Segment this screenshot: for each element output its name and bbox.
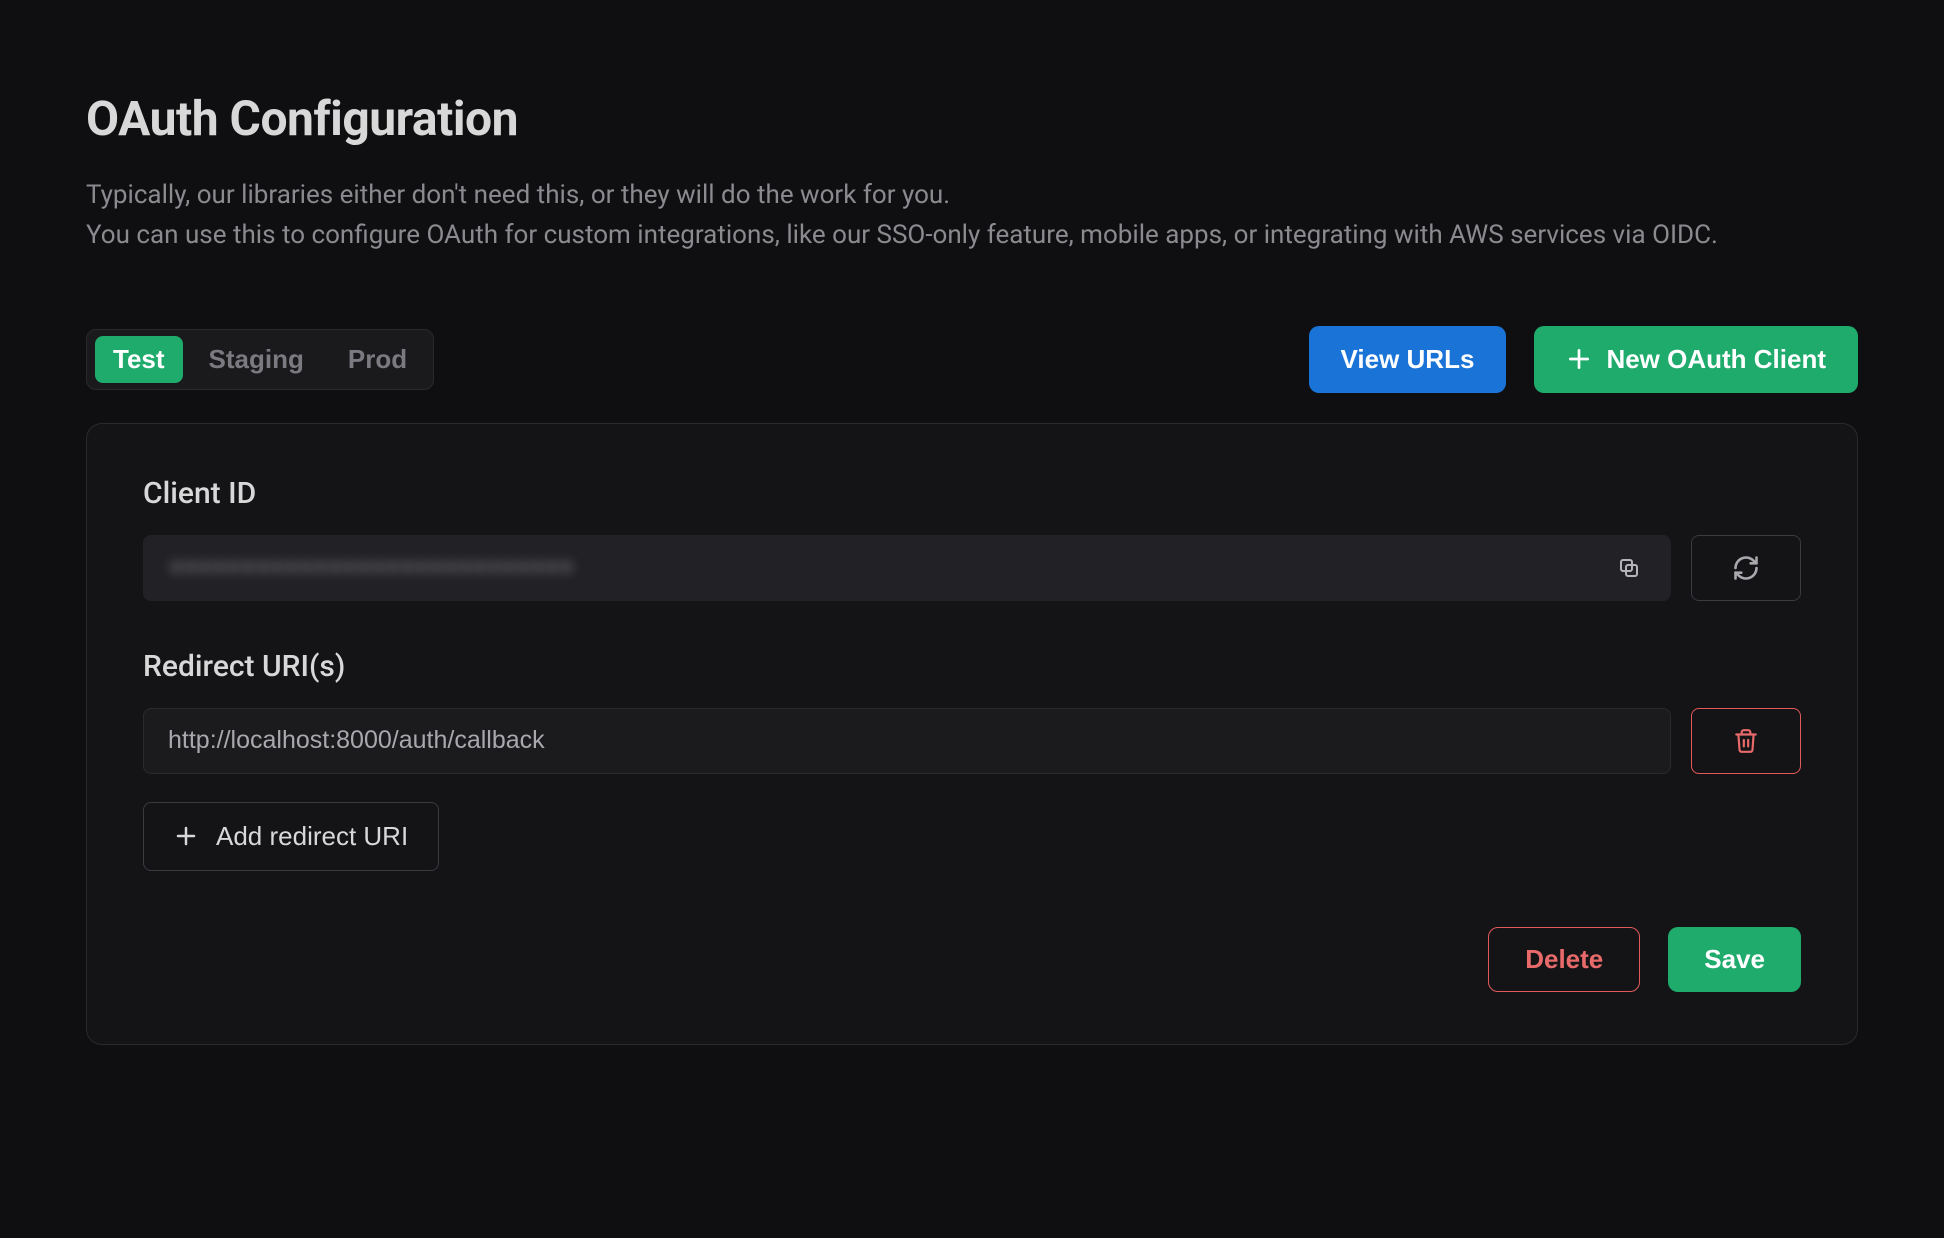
client-id-box: •••••••••••••••••••••••••••• xyxy=(143,535,1671,601)
save-button[interactable]: Save xyxy=(1668,927,1801,992)
delete-redirect-uri-button[interactable] xyxy=(1691,708,1801,774)
page-description-line1: Typically, our libraries either don't ne… xyxy=(86,180,950,210)
redirect-uri-input[interactable] xyxy=(143,708,1671,774)
refresh-icon xyxy=(1732,554,1760,582)
new-oauth-client-label: New OAuth Client xyxy=(1606,344,1826,375)
plus-icon xyxy=(174,824,198,848)
client-id-row: •••••••••••••••••••••••••••• xyxy=(143,535,1801,601)
plus-icon xyxy=(1566,346,1592,372)
page-description-line2: You can use this to configure OAuth for … xyxy=(86,220,1718,250)
toolbar: Test Staging Prod View URLs New OAuth Cl… xyxy=(86,326,1858,393)
copy-client-id-button[interactable] xyxy=(1613,552,1645,584)
tab-test[interactable]: Test xyxy=(95,336,183,383)
delete-button[interactable]: Delete xyxy=(1488,927,1640,992)
oauth-client-card: Client ID •••••••••••••••••••••••••••• xyxy=(86,423,1858,1045)
redirect-uri-row xyxy=(143,708,1801,774)
refresh-client-id-button[interactable] xyxy=(1691,535,1801,601)
trash-icon xyxy=(1733,728,1759,754)
toolbar-actions: View URLs New OAuth Client xyxy=(1309,326,1858,393)
add-redirect-uri-button[interactable]: Add redirect URI xyxy=(143,802,439,871)
footer-actions: Delete Save xyxy=(143,927,1801,992)
client-id-label: Client ID xyxy=(143,476,1801,511)
client-id-value: •••••••••••••••••••••••••••• xyxy=(169,554,574,582)
view-urls-button[interactable]: View URLs xyxy=(1309,326,1507,393)
page-description: Typically, our libraries either don't ne… xyxy=(86,175,1858,256)
tab-prod[interactable]: Prod xyxy=(330,336,425,383)
new-oauth-client-button[interactable]: New OAuth Client xyxy=(1534,326,1858,393)
add-redirect-uri-label: Add redirect URI xyxy=(216,821,408,852)
redirect-uris-label: Redirect URI(s) xyxy=(143,649,1801,684)
tab-staging[interactable]: Staging xyxy=(191,336,322,383)
copy-icon xyxy=(1617,556,1641,580)
page-title: OAuth Configuration xyxy=(86,90,1858,147)
env-tabs: Test Staging Prod xyxy=(86,329,434,390)
